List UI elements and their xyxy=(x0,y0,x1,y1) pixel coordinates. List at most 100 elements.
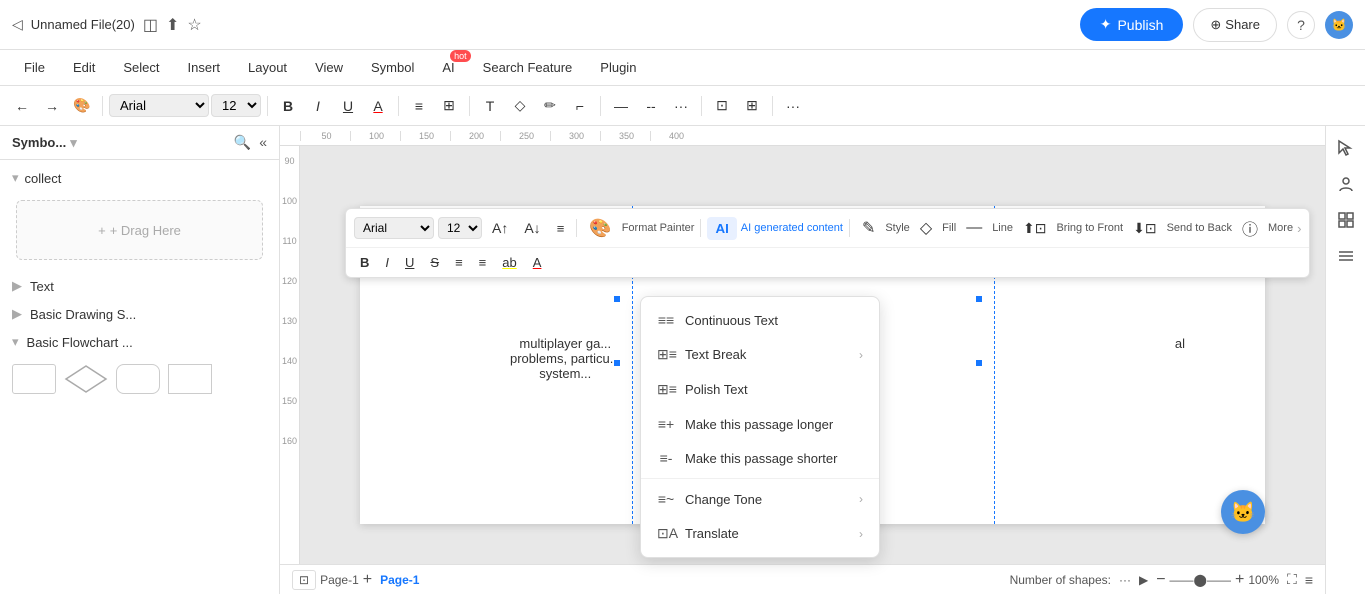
rp-lines-icon[interactable] xyxy=(1332,242,1360,270)
italic-button[interactable]: I xyxy=(304,92,332,120)
selection-handle-bl[interactable] xyxy=(613,359,621,367)
add-page-icon[interactable]: + xyxy=(363,571,372,589)
shape-diamond[interactable] xyxy=(64,364,108,394)
shape-rounded-rect[interactable] xyxy=(116,364,160,394)
ft-align[interactable]: ≡ xyxy=(551,218,571,239)
ft-highlight[interactable]: ab xyxy=(496,252,522,273)
ft-decrease-size[interactable]: A↓ xyxy=(518,217,546,239)
menu-view[interactable]: View xyxy=(303,56,355,79)
menu-file[interactable]: File xyxy=(12,56,57,79)
text-color-button[interactable]: A xyxy=(364,92,392,120)
ft-font-select[interactable]: Arial xyxy=(354,217,434,239)
ft-italic[interactable]: I xyxy=(379,252,395,273)
page-icon[interactable]: ⊡ xyxy=(292,570,316,590)
ft-line[interactable]: — xyxy=(960,216,988,240)
sidebar-item-text[interactable]: ▶ Text xyxy=(0,272,279,300)
shape-rect2[interactable] xyxy=(168,364,212,394)
ctx-continuous-text[interactable]: ≡≡ Continuous Text xyxy=(641,303,879,337)
menu-select[interactable]: Select xyxy=(111,56,171,79)
ft-increase-size[interactable]: A↑ xyxy=(486,217,514,239)
selection-handle-tl[interactable] xyxy=(613,295,621,303)
selection-handle-tr[interactable] xyxy=(975,295,983,303)
ctx-make-longer[interactable]: ≡+ Make this passage longer xyxy=(641,407,879,441)
play-icon[interactable]: ▶ xyxy=(1139,573,1148,587)
back-icon[interactable]: ◁ xyxy=(12,16,23,33)
font-size-select[interactable]: 12 xyxy=(211,94,261,117)
sidebar-item-basic-flowchart[interactable]: ▾ Basic Flowchart ... xyxy=(0,328,279,356)
connector-button[interactable]: ⌐ xyxy=(566,92,594,120)
active-page-tab[interactable]: Page-1 xyxy=(380,573,419,587)
share-button[interactable]: ⊕ Share xyxy=(1193,8,1277,42)
more-button[interactable]: ··· xyxy=(779,92,807,120)
underline-button[interactable]: U xyxy=(334,92,362,120)
sidebar-search-icon[interactable]: 🔍 xyxy=(234,134,251,151)
font-family-select[interactable]: Arial xyxy=(109,94,209,117)
menu-plugin[interactable]: Plugin xyxy=(588,56,648,79)
help-button[interactable]: ? xyxy=(1287,11,1315,39)
pen-button[interactable]: ✏ xyxy=(536,92,564,120)
ft-strikethrough[interactable]: S xyxy=(424,252,445,273)
zoom-slider[interactable]: ——⬤—— xyxy=(1170,573,1231,587)
menu-ai[interactable]: AI hot xyxy=(430,56,466,79)
ft-bold[interactable]: B xyxy=(354,252,375,273)
sidebar-collect-header[interactable]: ▾ collect xyxy=(0,164,279,192)
ft-fill[interactable]: ◇ xyxy=(914,215,938,241)
frame2-button[interactable]: ⊞ xyxy=(738,92,766,120)
ctx-change-tone[interactable]: ≡~ Change Tone › xyxy=(641,482,879,516)
text-tool-button[interactable]: T xyxy=(476,92,504,120)
sidebar-collapse-icon[interactable]: « xyxy=(259,134,267,151)
align-button[interactable]: ≡ xyxy=(405,92,433,120)
shape-fill-button[interactable]: ◇ xyxy=(506,92,534,120)
drag-here-area[interactable]: + + Drag Here xyxy=(16,200,263,260)
zoom-in-button[interactable]: + xyxy=(1235,571,1244,589)
format-painter-button[interactable]: 🎨 xyxy=(68,92,96,120)
avatar[interactable]: 🐱 xyxy=(1325,11,1353,39)
redo-button[interactable]: → xyxy=(38,92,66,120)
ft-list1[interactable]: ≡ xyxy=(449,252,469,273)
publish-button[interactable]: ✦ Publish xyxy=(1080,8,1184,41)
ft-underline[interactable]: U xyxy=(399,252,420,273)
frame-button[interactable]: ⊡ xyxy=(708,92,736,120)
ft-text-color[interactable]: A xyxy=(527,252,548,273)
menu-insert[interactable]: Insert xyxy=(176,56,233,79)
ctx-polish-text[interactable]: ⊞≡ Polish Text xyxy=(641,372,879,407)
rp-select-icon[interactable] xyxy=(1332,134,1360,162)
layout-menu-icon[interactable]: ≡ xyxy=(1305,572,1313,588)
selection-handle-br[interactable] xyxy=(975,359,983,367)
shape-rect[interactable] xyxy=(12,364,56,394)
undo-button[interactable]: ← xyxy=(8,92,36,120)
save-icon[interactable]: ◫ xyxy=(143,15,158,35)
ft-ai-btn[interactable]: AI xyxy=(707,217,736,240)
page-tab[interactable]: Page-1 xyxy=(320,573,359,587)
menu-edit[interactable]: Edit xyxy=(61,56,107,79)
ft-send-back[interactable]: ⬇⊡ xyxy=(1127,217,1162,240)
ctx-text-break[interactable]: ⊞≡ Text Break › xyxy=(641,337,879,372)
sidebar-expand-icon[interactable]: ▾ xyxy=(70,135,77,151)
rp-grid-icon[interactable] xyxy=(1332,206,1360,234)
ctx-make-shorter[interactable]: ≡- Make this passage shorter xyxy=(641,441,879,475)
line-style2-button[interactable]: ‐‐ xyxy=(637,92,665,120)
sidebar-item-basic-drawing[interactable]: ▶ Basic Drawing S... xyxy=(0,300,279,328)
ft-style[interactable]: ✎ xyxy=(856,215,881,241)
zoom-level[interactable]: 100% xyxy=(1248,573,1279,587)
star-icon[interactable]: ☆ xyxy=(187,15,201,35)
fullscreen-button[interactable]: ⛶ xyxy=(1287,571,1297,588)
align2-button[interactable]: ⊞ xyxy=(435,92,463,120)
line-style-button[interactable]: ― xyxy=(607,92,635,120)
ft-bring-front[interactable]: ⬆⊡ xyxy=(1017,217,1052,240)
ft-more[interactable]: ⓘ xyxy=(1236,213,1264,243)
ft-expand-icon[interactable]: › xyxy=(1297,221,1301,236)
export-icon[interactable]: ⬆ xyxy=(166,15,179,35)
rp-user-icon[interactable] xyxy=(1332,170,1360,198)
line-style3-button[interactable]: ··· xyxy=(667,92,695,120)
ai-assistant-button[interactable]: 🐱 xyxy=(1221,490,1265,534)
ft-format-painter[interactable]: 🎨 xyxy=(583,215,617,242)
ft-size-select[interactable]: 12 xyxy=(438,217,482,239)
ctx-translate[interactable]: ⊡A Translate › xyxy=(641,516,879,551)
zoom-out-button[interactable]: − xyxy=(1156,571,1165,589)
ft-list2[interactable]: ≡ xyxy=(473,252,493,273)
menu-search-feature[interactable]: Search Feature xyxy=(471,56,585,79)
menu-symbol[interactable]: Symbol xyxy=(359,56,426,79)
bold-button[interactable]: B xyxy=(274,92,302,120)
menu-layout[interactable]: Layout xyxy=(236,56,299,79)
